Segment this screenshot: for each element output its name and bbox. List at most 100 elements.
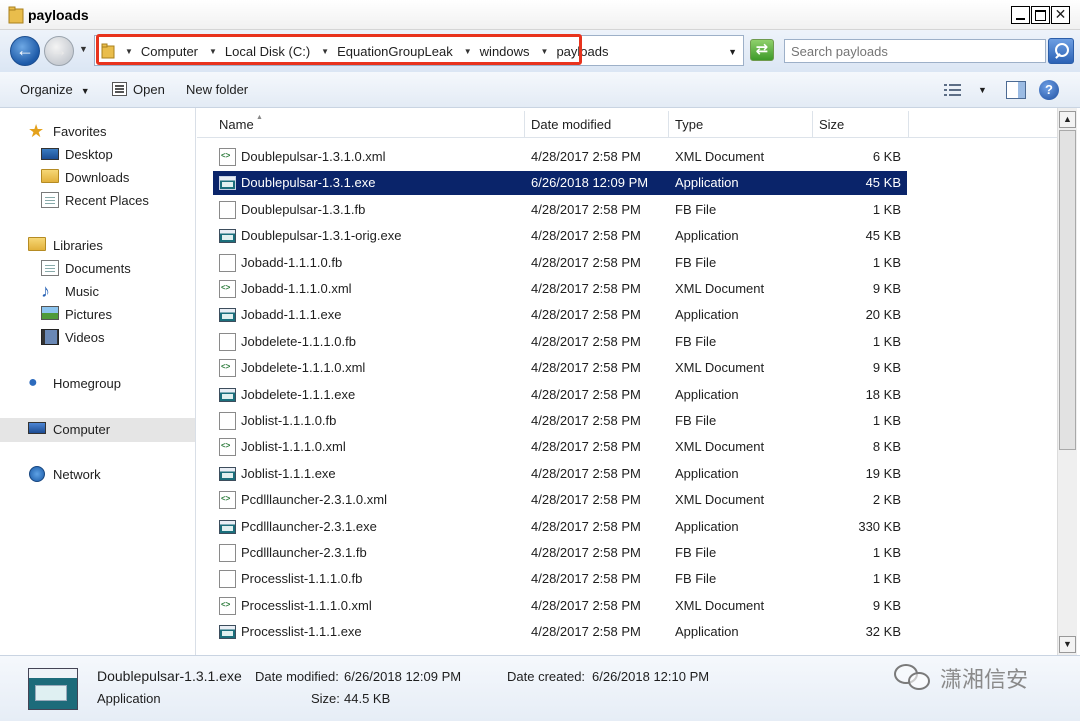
file-row[interactable]: Pcdlllauncher-2.3.1.0.xml 4/28/2017 2:58 …	[213, 488, 907, 512]
file-date-modified: 4/28/2017 2:58 PM	[531, 466, 641, 481]
folder-icon	[8, 6, 24, 24]
file-row[interactable]: Joblist-1.1.1.0.xml 4/28/2017 2:58 PM XML …	[213, 435, 907, 459]
star-icon: ★	[28, 121, 45, 141]
file-row[interactable]: Doublepulsar-1.3.1-orig.exe 4/28/2017 2:5…	[213, 224, 907, 248]
nav-music[interactable]: ♪ Music	[0, 281, 195, 303]
nav-recent-places-label: Recent Places	[65, 193, 149, 208]
file-type: Application	[675, 387, 739, 402]
search-input[interactable]	[785, 40, 1045, 62]
maximize-button[interactable]	[1031, 6, 1050, 24]
file-icon	[219, 544, 236, 562]
nav-libraries[interactable]: Libraries	[0, 235, 195, 257]
application-file-icon	[219, 625, 236, 639]
file-size: 6 KB	[872, 149, 901, 164]
nav-documents[interactable]: Documents	[0, 258, 195, 280]
nav-pictures[interactable]: Pictures	[0, 304, 195, 326]
file-row[interactable]: Doublepulsar-1.3.1.exe 6/26/2018 12:09 PM…	[213, 171, 907, 195]
file-row[interactable]: Joblist-1.1.1.exe 4/28/2017 2:58 PM Applic…	[213, 462, 907, 486]
details-modified-value[interactable]: 6/26/2018 12:09 PM	[344, 669, 461, 684]
close-button[interactable]: ✕	[1051, 6, 1070, 24]
file-type: FB File	[675, 334, 717, 349]
wechat-logo-icon	[894, 662, 932, 692]
file-date-modified: 4/28/2017 2:58 PM	[531, 519, 641, 534]
address-history-dropdown[interactable]: ▼	[728, 47, 737, 57]
organize-label: Organize	[20, 82, 73, 97]
file-row[interactable]: Jobdelete-1.1.1.0.fb 4/28/2017 2:58 PM FB …	[213, 330, 907, 354]
nav-desktop[interactable]: Desktop	[0, 144, 195, 166]
file-name: Jobdelete-1.1.1.0.xml	[241, 360, 366, 375]
organize-button[interactable]: Organize ▼	[20, 82, 90, 97]
file-row[interactable]: Joblist-1.1.1.0.fb 4/28/2017 2:58 PM FB Fi…	[213, 409, 907, 433]
documents-icon	[41, 260, 59, 276]
file-row[interactable]: Processlist-1.1.1.0.fb 4/28/2017 2:58 PM F…	[213, 567, 907, 591]
help-button[interactable]: ?	[1039, 80, 1059, 100]
file-row[interactable]: Jobadd-1.1.1.0.fb 4/28/2017 2:58 PM FB Fil…	[213, 251, 907, 275]
downloads-folder-icon	[41, 169, 59, 183]
file-date-modified: 4/28/2017 2:58 PM	[531, 307, 641, 322]
column-header-size[interactable]: Size	[813, 111, 909, 137]
nav-favorites[interactable]: ★ Favorites	[0, 121, 195, 143]
file-row[interactable]: Doublepulsar-1.3.1.fb 4/28/2017 2:58 PM FB…	[213, 198, 907, 222]
file-type: Application	[675, 624, 739, 639]
back-button[interactable]: ←	[10, 36, 40, 66]
preview-pane-button[interactable]	[1006, 81, 1026, 99]
file-name: Doublepulsar-1.3.1.exe	[241, 175, 376, 190]
xml-file-icon	[219, 491, 236, 509]
file-row[interactable]: Jobadd-1.1.1.exe 4/28/2017 2:58 PM Applica…	[213, 303, 907, 327]
file-name: Pcdlllauncher-2.3.1.exe	[241, 519, 377, 534]
file-row[interactable]: Pcdlllauncher-2.3.1.fb 4/28/2017 2:58 PM F…	[213, 541, 907, 565]
file-name: Doublepulsar-1.3.1-orig.exe	[241, 228, 402, 243]
arrow-right-icon: →	[50, 40, 68, 60]
scroll-up-button[interactable]: ▲	[1059, 111, 1076, 128]
file-size: 45 KB	[865, 175, 901, 190]
search-button[interactable]	[1048, 38, 1074, 64]
search-box[interactable]	[784, 39, 1046, 63]
vertical-scrollbar[interactable]: ▲ ▼	[1057, 108, 1077, 655]
file-row[interactable]: Jobadd-1.1.1.0.xml 4/28/2017 2:58 PM XML D…	[213, 277, 907, 301]
pictures-icon	[41, 306, 59, 320]
nav-recent-places[interactable]: Recent Places	[0, 190, 195, 212]
file-type: Application	[675, 519, 739, 534]
nav-downloads[interactable]: Downloads	[0, 167, 195, 189]
nav-videos[interactable]: Videos	[0, 327, 195, 349]
homegroup-icon: ●	[28, 374, 38, 391]
file-row[interactable]: Pcdlllauncher-2.3.1.exe 4/28/2017 2:58 PM…	[213, 515, 907, 539]
open-button[interactable]: Open	[112, 82, 165, 97]
open-label: Open	[133, 82, 165, 97]
nav-computer[interactable]: Computer	[0, 418, 195, 442]
file-row[interactable]: Jobdelete-1.1.1.0.xml 4/28/2017 2:58 PM XM…	[213, 356, 907, 380]
details-created-value[interactable]: 6/26/2018 12:10 PM	[592, 669, 709, 684]
forward-button[interactable]: →	[44, 36, 74, 66]
column-header-name[interactable]: Name ▲	[213, 111, 525, 137]
file-name: Pcdlllauncher-2.3.1.0.xml	[241, 492, 387, 507]
file-row[interactable]: Jobdelete-1.1.1.exe 4/28/2017 2:58 PM Appl…	[213, 383, 907, 407]
details-type: Application	[97, 691, 161, 706]
file-size: 9 KB	[872, 281, 901, 296]
file-date-modified: 4/28/2017 2:58 PM	[531, 149, 641, 164]
arrow-left-icon: ←	[16, 40, 34, 60]
view-options-dropdown[interactable]: ▼	[978, 85, 987, 95]
column-header-date[interactable]: Date modified	[525, 111, 669, 137]
file-row[interactable]: Processlist-1.1.1.0.xml 4/28/2017 2:58 PM…	[213, 594, 907, 618]
file-row[interactable]: Doublepulsar-1.3.1.0.xml 4/28/2017 2:58 P…	[213, 145, 907, 169]
minimize-button[interactable]	[1011, 6, 1030, 24]
file-type: FB File	[675, 255, 717, 270]
new-folder-button[interactable]: New folder	[186, 82, 248, 97]
recent-places-icon	[41, 192, 59, 208]
scroll-thumb[interactable]	[1059, 130, 1076, 450]
file-row[interactable]: Processlist-1.1.1.exe 4/28/2017 2:58 PM Ap…	[213, 620, 907, 644]
column-header-type[interactable]: Type	[669, 111, 813, 137]
recent-pages-dropdown[interactable]: ▼	[79, 44, 88, 54]
file-date-modified: 4/28/2017 2:58 PM	[531, 598, 641, 613]
application-file-icon	[219, 388, 236, 402]
column-name-label: Name	[219, 117, 254, 132]
file-name: Processlist-1.1.1.exe	[241, 624, 362, 639]
xml-file-icon	[219, 148, 236, 166]
scroll-down-button[interactable]: ▼	[1059, 636, 1076, 653]
file-name: Jobadd-1.1.1.exe	[241, 307, 342, 322]
refresh-button[interactable]: ⇄	[750, 39, 774, 61]
nav-network[interactable]: Network	[0, 464, 195, 486]
nav-homegroup[interactable]: ● Homegroup	[0, 373, 195, 395]
file-name: Jobadd-1.1.1.0.xml	[241, 281, 352, 296]
change-view-button[interactable]	[944, 84, 961, 96]
